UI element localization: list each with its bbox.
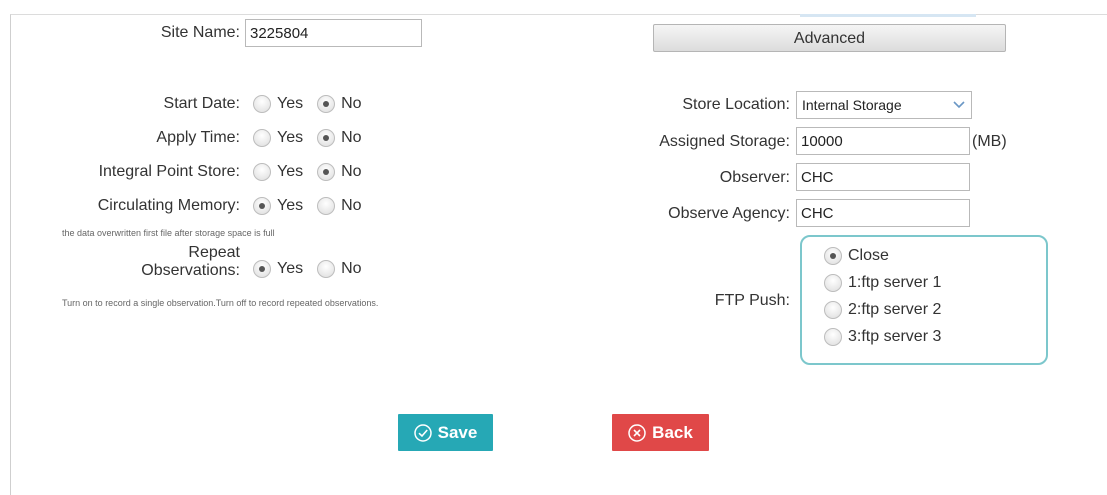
x-circle-icon: [628, 423, 646, 442]
ftp-server-1-radio[interactable]: [824, 274, 842, 292]
start-date-yes-label: Yes: [277, 95, 304, 112]
site-name-input[interactable]: [245, 19, 422, 47]
repeat-observations-yes-label: Yes: [277, 260, 304, 277]
back-button-label: Back: [652, 422, 693, 442]
integral-point-store-yes-radio[interactable]: [253, 163, 271, 181]
circulating-memory-hint: the data overwritten first file after st…: [62, 228, 275, 238]
integral-point-store-no-label: No: [341, 163, 362, 180]
store-location-select[interactable]: Internal Storage: [796, 91, 972, 119]
observe-agency-input[interactable]: [796, 199, 970, 227]
integral-point-store-label: Integral Point Store:: [98, 163, 240, 180]
apply-time-label: Apply Time:: [156, 129, 240, 146]
integral-point-store-yes-option[interactable]: Yes: [253, 163, 303, 181]
start-date-no-option[interactable]: No: [317, 95, 362, 113]
circulating-memory-yes-radio[interactable]: [253, 197, 271, 215]
ftp-option-close[interactable]: Close: [824, 247, 889, 265]
store-location-value: Internal Storage: [802, 97, 902, 113]
repeat-observations-hint: Turn on to record a single observation.T…: [62, 298, 379, 308]
apply-time-no-radio[interactable]: [317, 129, 336, 147]
start-date-no-label: No: [341, 95, 362, 112]
circulating-memory-no-option[interactable]: No: [317, 197, 362, 215]
ftp-server-3-label: 3:ftp server 3: [848, 328, 942, 345]
circulating-memory-label: Circulating Memory:: [97, 197, 240, 214]
integral-point-store-no-radio[interactable]: [317, 163, 336, 181]
apply-time-yes-label: Yes: [277, 129, 304, 146]
start-date-no-radio[interactable]: [317, 95, 336, 113]
ftp-option-server-2[interactable]: 2:ftp server 2: [824, 301, 941, 319]
start-date-yes-option[interactable]: Yes: [253, 95, 303, 113]
chevron-down-icon[interactable]: [947, 92, 971, 118]
repeat-observations-label-line2: Observations:: [141, 262, 240, 279]
integral-point-store-yes-label: Yes: [277, 163, 304, 180]
ftp-server-1-label: 1:ftp server 1: [848, 274, 942, 291]
apply-time-yes-radio[interactable]: [253, 129, 271, 147]
site-name-label: Site Name:: [160, 24, 240, 41]
top-accent-bar: [800, 14, 976, 17]
advanced-button[interactable]: Advanced: [653, 24, 1006, 52]
ftp-server-3-radio[interactable]: [824, 328, 842, 346]
check-circle-icon: [413, 423, 432, 442]
assigned-storage-unit: (MB): [972, 133, 1007, 150]
repeat-observations-no-option[interactable]: No: [317, 260, 362, 278]
apply-time-yes-option[interactable]: Yes: [253, 129, 303, 147]
ftp-push-group: Close 1:ftp server 1 2:ftp server 2 3:ft…: [800, 235, 1048, 365]
observer-label: Observer:: [719, 169, 790, 186]
apply-time-no-option[interactable]: No: [317, 129, 362, 147]
ftp-server-2-radio[interactable]: [824, 301, 842, 319]
circulating-memory-radio-group: Yes No: [253, 195, 376, 217]
repeat-observations-yes-radio[interactable]: [253, 260, 271, 278]
repeat-observations-no-radio[interactable]: [317, 260, 336, 278]
ftp-close-radio[interactable]: [824, 247, 842, 265]
ftp-option-server-3[interactable]: 3:ftp server 3: [824, 328, 941, 346]
start-date-label: Start Date:: [163, 95, 240, 112]
back-button[interactable]: Back: [612, 414, 709, 451]
ftp-server-2-label: 2:ftp server 2: [848, 301, 942, 318]
repeat-observations-radio-group: Yes No: [253, 258, 376, 280]
save-button-label: Save: [437, 422, 478, 442]
circulating-memory-yes-label: Yes: [277, 197, 304, 214]
repeat-observations-label: Repeat Observations:: [100, 244, 240, 280]
ftp-push-label: FTP Push:: [714, 292, 790, 309]
apply-time-no-label: No: [341, 129, 362, 146]
observer-input[interactable]: [796, 163, 970, 191]
apply-time-radio-group: Yes No: [253, 127, 376, 149]
store-location-label: Store Location:: [682, 96, 790, 113]
repeat-observations-no-label: No: [341, 260, 362, 277]
repeat-observations-label-line1: Repeat: [188, 244, 240, 261]
assigned-storage-label: Assigned Storage:: [659, 133, 790, 150]
circulating-memory-yes-option[interactable]: Yes: [253, 197, 303, 215]
repeat-observations-yes-option[interactable]: Yes: [253, 260, 303, 278]
observe-agency-label: Observe Agency:: [668, 205, 790, 222]
ftp-close-label: Close: [848, 247, 889, 264]
save-button[interactable]: Save: [398, 414, 493, 451]
integral-point-store-radio-group: Yes No: [253, 161, 376, 183]
ftp-option-server-1[interactable]: 1:ftp server 1: [824, 274, 941, 292]
circulating-memory-no-label: No: [341, 197, 362, 214]
start-date-yes-radio[interactable]: [253, 95, 271, 113]
assigned-storage-input[interactable]: [796, 127, 970, 155]
integral-point-store-no-option[interactable]: No: [317, 163, 362, 181]
start-date-radio-group: Yes No: [253, 93, 376, 115]
circulating-memory-no-radio[interactable]: [317, 197, 336, 215]
